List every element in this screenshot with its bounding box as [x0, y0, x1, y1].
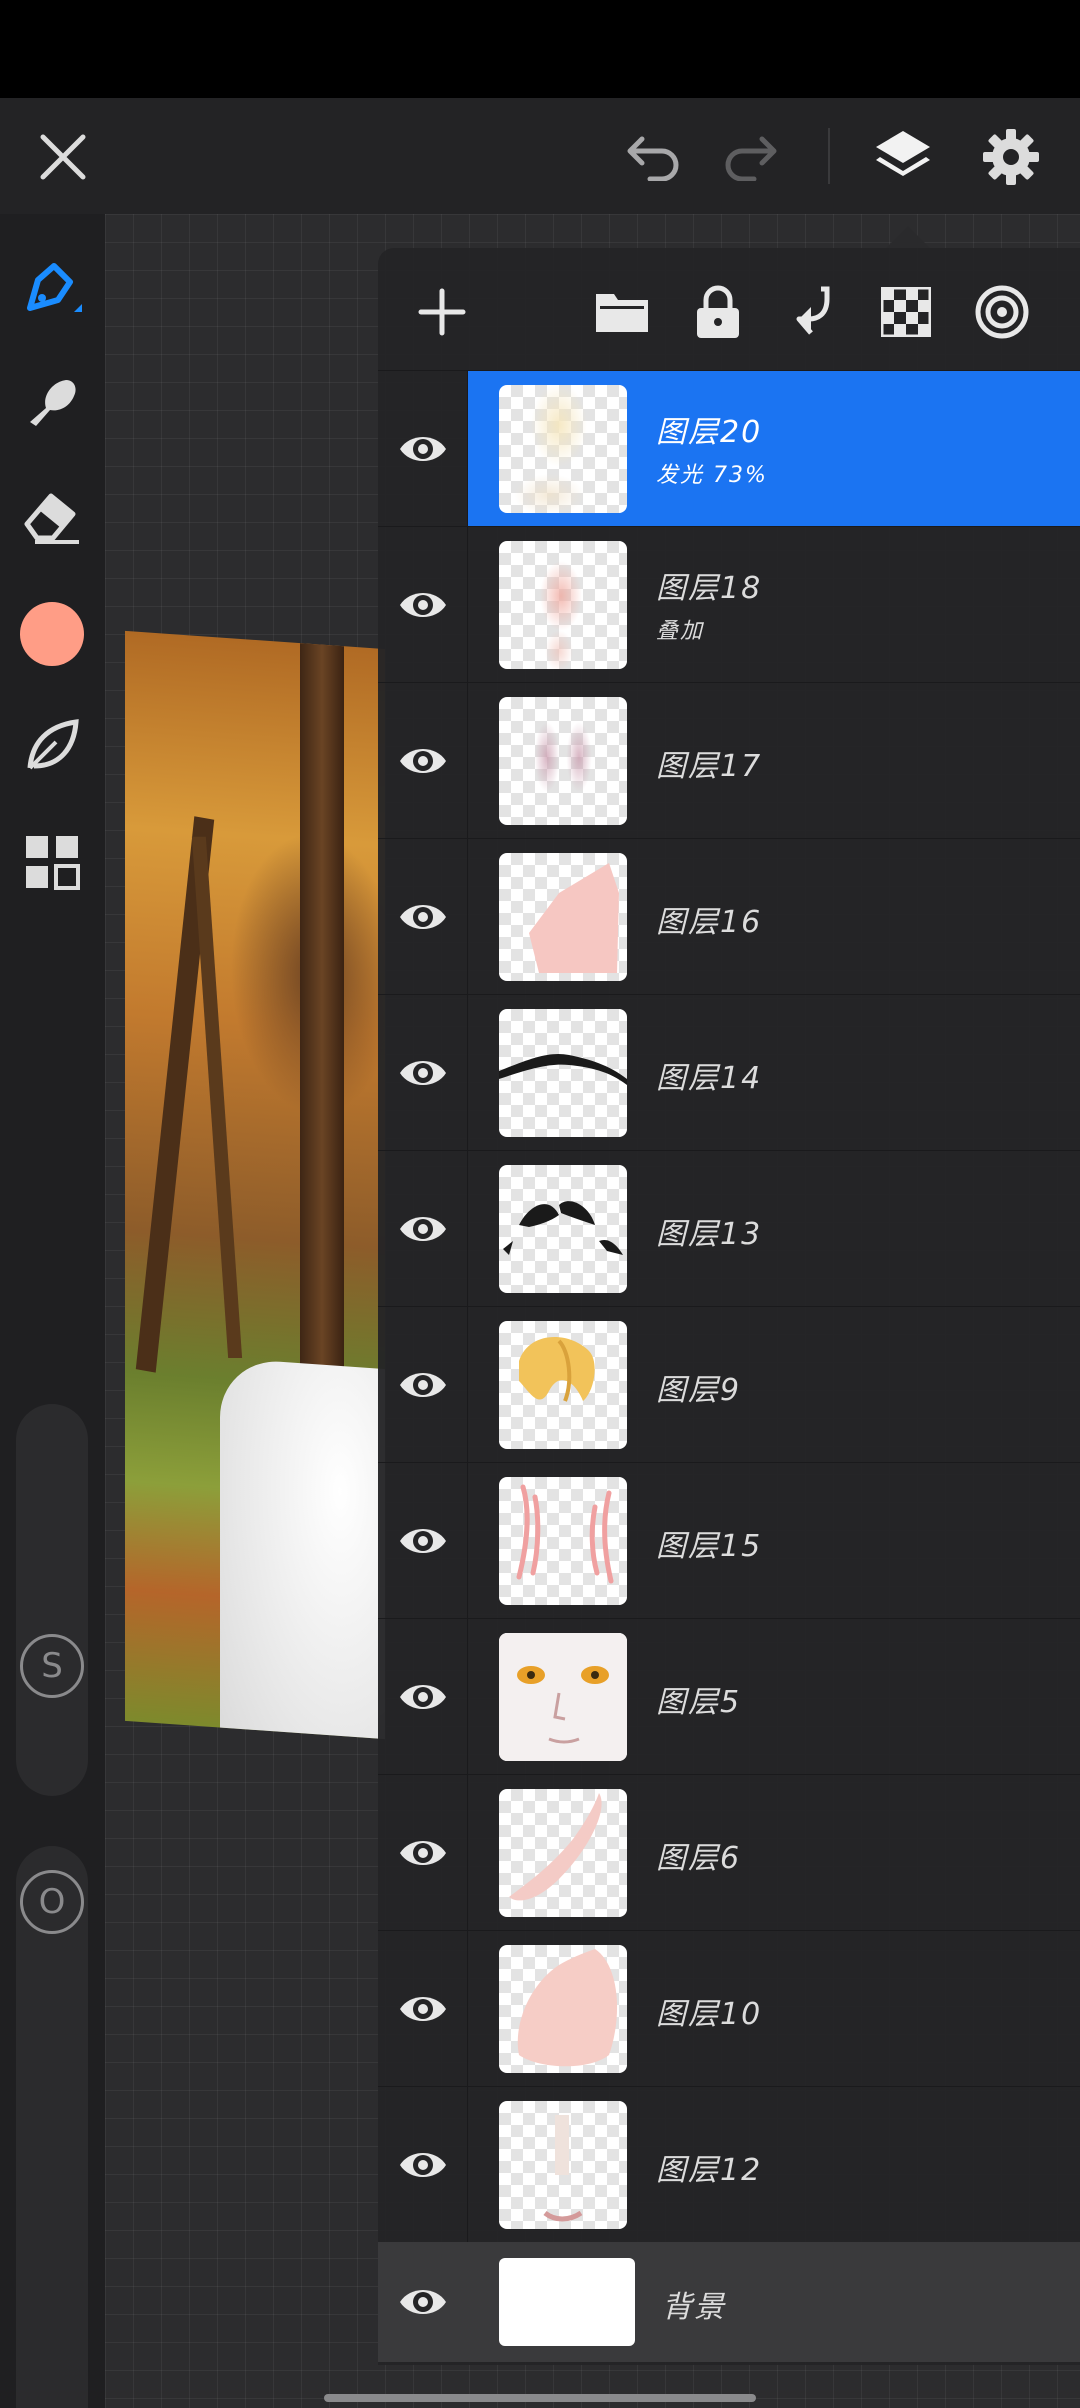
- eye-icon[interactable]: [398, 1985, 448, 2033]
- layer-name: 图层15: [656, 1529, 763, 1564]
- layer-thumbnail: [499, 1321, 627, 1449]
- layer-blend-mode: 发光 73%: [656, 463, 768, 488]
- layer-name: 图层10: [656, 1997, 763, 2032]
- layer-name: 图层18: [656, 571, 763, 606]
- background-color-swatch[interactable]: [499, 2258, 635, 2346]
- layer-thumbnail: [499, 385, 627, 513]
- layer-row[interactable]: 图层16: [378, 838, 1080, 995]
- color-swatch[interactable]: [20, 602, 84, 666]
- layer-thumbnail: [499, 1789, 627, 1917]
- layer-row[interactable]: 图层17: [378, 682, 1080, 839]
- target-icon[interactable]: [972, 282, 1032, 342]
- eye-icon[interactable]: [398, 425, 448, 473]
- layers-panel-header: [378, 248, 1080, 370]
- grid-icon[interactable]: [16, 826, 88, 898]
- leaf-icon[interactable]: [16, 710, 88, 782]
- size-button[interactable]: S: [20, 1634, 84, 1698]
- layer-row[interactable]: 图层20 发光 73%: [378, 370, 1080, 527]
- layer-thumbnail: [499, 697, 627, 825]
- status-bar: [0, 0, 1080, 98]
- layer-row[interactable]: 图层12: [378, 2086, 1080, 2243]
- eye-icon[interactable]: [398, 1361, 448, 1409]
- brush-icon[interactable]: [16, 254, 88, 326]
- layer-row[interactable]: 图层5: [378, 1618, 1080, 1775]
- layer-thumbnail: [499, 1945, 627, 2073]
- redo-icon[interactable]: [718, 126, 782, 186]
- layer-row[interactable]: 图层9: [378, 1306, 1080, 1463]
- layer-row[interactable]: 图层18 叠加: [378, 526, 1080, 683]
- eye-icon[interactable]: [398, 1673, 448, 1721]
- layer-name: 图层9: [656, 1373, 742, 1408]
- background-layer-row[interactable]: 背景: [378, 2242, 1080, 2362]
- eye-icon[interactable]: [398, 893, 448, 941]
- layer-row[interactable]: 图层6: [378, 1774, 1080, 1931]
- eye-icon[interactable]: [398, 581, 448, 629]
- brush-size-slider[interactable]: [16, 1404, 88, 1796]
- layer-name: 图层20: [656, 415, 763, 450]
- eye-icon[interactable]: [398, 737, 448, 785]
- top-toolbar: [0, 98, 1080, 214]
- layer-name: 图层13: [656, 1217, 763, 1252]
- eye-icon[interactable]: [398, 1829, 448, 1877]
- layer-thumbnail: [499, 1009, 627, 1137]
- layer-row[interactable]: 图层14: [378, 994, 1080, 1151]
- checker-icon[interactable]: [878, 284, 934, 340]
- layers-panel: 图层20 发光 73% 图层18 叠加 图层17 图层16 图层14 图层13: [378, 248, 1080, 2365]
- layer-blend-mode: 叠加: [656, 619, 705, 644]
- layer-thumbnail: [499, 1633, 627, 1761]
- layer-name: 图层17: [656, 749, 763, 784]
- layer-name: 背景: [662, 2290, 726, 2325]
- layer-name: 图层14: [656, 1061, 763, 1096]
- lock-icon[interactable]: [686, 280, 750, 344]
- merge-down-icon[interactable]: [780, 282, 844, 342]
- eye-icon[interactable]: [398, 2278, 448, 2326]
- close-icon[interactable]: [30, 124, 96, 190]
- layer-row[interactable]: 图层15: [378, 1462, 1080, 1619]
- layer-row[interactable]: 图层10: [378, 1930, 1080, 2087]
- layer-name: 图层16: [656, 905, 763, 940]
- layer-thumbnail: [499, 541, 627, 669]
- folder-icon[interactable]: [590, 282, 654, 342]
- opacity-button[interactable]: O: [20, 1870, 84, 1934]
- toolbar-divider: [828, 128, 830, 184]
- undo-icon[interactable]: [622, 126, 686, 186]
- layer-name: 图层6: [656, 1841, 742, 1876]
- eye-icon[interactable]: [398, 2141, 448, 2189]
- canvas-photo: [125, 630, 385, 1740]
- layer-thumbnail: [499, 1165, 627, 1293]
- layer-thumbnail: [499, 853, 627, 981]
- panel-caret: [886, 226, 930, 248]
- layer-thumbnail: [499, 1477, 627, 1605]
- left-toolbar: S O: [0, 214, 105, 2408]
- smudge-icon[interactable]: [16, 366, 88, 438]
- eraser-icon[interactable]: [16, 480, 88, 552]
- add-icon[interactable]: [412, 282, 472, 342]
- layer-name: 图层5: [656, 1685, 742, 1720]
- home-indicator: [324, 2394, 756, 2402]
- eye-icon[interactable]: [398, 1517, 448, 1565]
- layers-icon[interactable]: [868, 122, 938, 192]
- layer-row[interactable]: 图层13: [378, 1150, 1080, 1307]
- layer-name: 图层12: [656, 2153, 763, 2188]
- layer-thumbnail: [499, 2101, 627, 2229]
- gear-icon[interactable]: [976, 122, 1046, 192]
- eye-icon[interactable]: [398, 1205, 448, 1253]
- eye-icon[interactable]: [398, 1049, 448, 1097]
